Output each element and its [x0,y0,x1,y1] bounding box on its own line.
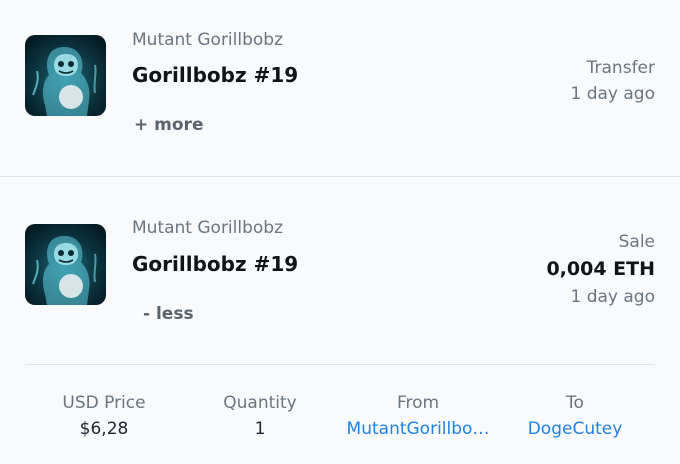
item-name[interactable]: Gorillbobz #19 [132,63,298,87]
activity-item-sale[interactable]: Mutant Gorillbobz Gorillbobz #19 - less … [0,177,680,464]
sale-price: 0,004 ETH [546,258,655,280]
to-account-link[interactable]: DogeCutey [500,419,650,439]
to-detail: To DogeCutey [500,393,650,439]
event-time: 1 day ago [570,84,655,104]
to-label: To [566,393,584,413]
usd-price-detail: USD Price $6,28 [29,393,179,439]
more-toggle-button[interactable]: + more [134,115,203,135]
gorilla-nft-thumbnail-icon [25,35,106,116]
activity-item-transfer[interactable]: Mutant Gorillbobz Gorillbobz #19 + more … [0,0,680,176]
from-detail: From MutantGorillbo… [343,393,493,439]
details-divider [25,364,655,365]
item-name[interactable]: Gorillbobz #19 [132,252,298,276]
quantity-label: Quantity [223,393,297,413]
from-account-link[interactable]: MutantGorillbo… [343,419,493,439]
quantity-detail: Quantity 1 [185,393,335,439]
nft-thumbnail-image[interactable] [25,35,106,116]
usd-price-value: $6,28 [79,419,129,439]
nft-thumbnail-image[interactable] [25,224,106,305]
event-time: 1 day ago [570,287,655,307]
from-label: From [396,393,440,413]
quantity-value: 1 [254,419,266,439]
usd-price-label: USD Price [62,393,146,413]
less-toggle-button[interactable]: - less [143,304,194,324]
collection-name[interactable]: Mutant Gorillbobz [132,218,283,238]
event-type: Sale [618,232,655,252]
gorilla-nft-thumbnail-icon [25,224,106,305]
event-type: Transfer [586,58,655,78]
collection-name[interactable]: Mutant Gorillbobz [132,30,283,50]
